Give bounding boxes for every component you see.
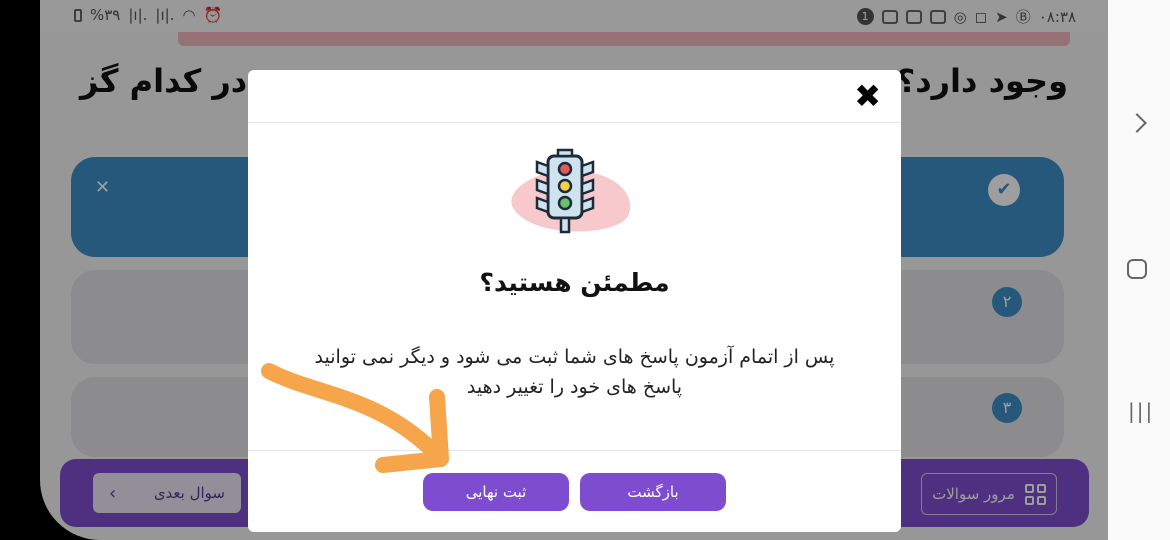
- dialog-title: مطمئن هستید؟: [479, 268, 670, 297]
- system-nav-bar: |||: [1108, 0, 1170, 540]
- annotation-arrow-icon: [261, 363, 449, 473]
- recent-apps-icon[interactable]: |||: [1128, 399, 1154, 423]
- chevron-right-icon[interactable]: [1127, 113, 1147, 133]
- traffic-light-icon: [503, 148, 633, 238]
- close-icon[interactable]: ✖: [854, 80, 881, 112]
- dialog-header: ✖: [248, 70, 901, 123]
- back-button[interactable]: بازگشت: [580, 473, 726, 511]
- home-icon[interactable]: [1127, 259, 1147, 279]
